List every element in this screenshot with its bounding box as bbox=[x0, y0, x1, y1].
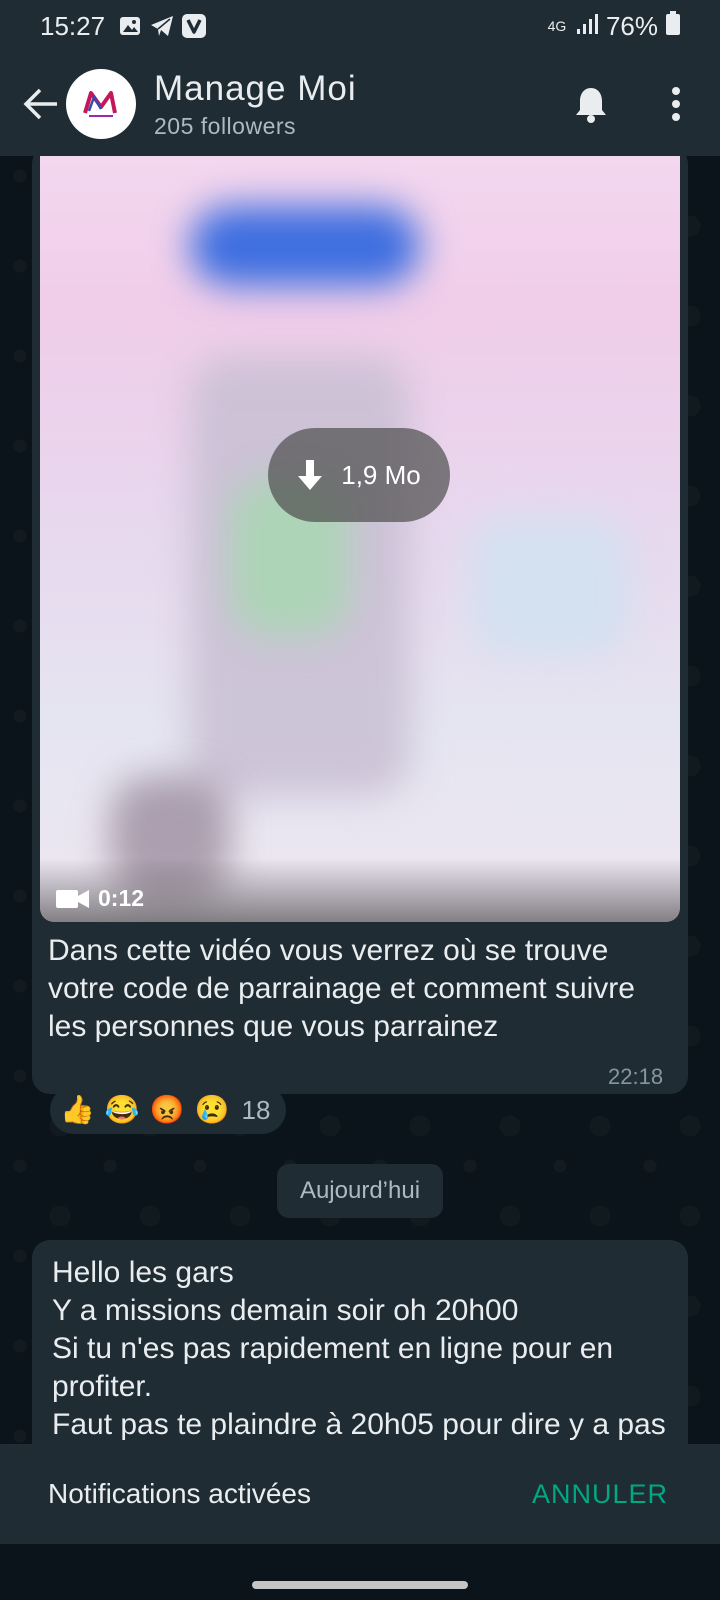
message-line: Hello les gars bbox=[52, 1256, 234, 1289]
notification-status: Notifications activées bbox=[48, 1478, 312, 1509]
reaction-count: 18 bbox=[241, 1094, 271, 1125]
message-caption: Dans cette vidéo vous verrez où se trouv… bbox=[48, 934, 635, 1043]
network-type: 4G bbox=[547, 18, 567, 34]
status-bar: 15:27 4G 76% bbox=[0, 0, 720, 52]
bell-icon bbox=[576, 88, 606, 123]
battery-icon bbox=[666, 10, 680, 42]
video-duration-badge: 0:12 bbox=[56, 885, 144, 912]
video-camera-icon bbox=[56, 889, 89, 908]
video-thumbnail[interactable]: 1,9 Mo 0:12 bbox=[40, 156, 680, 922]
telegram-icon bbox=[149, 13, 175, 39]
signal-icon bbox=[576, 11, 598, 42]
message-time: 22:18 bbox=[608, 1064, 664, 1089]
chat-header: Manage Moi 205 followers bbox=[0, 52, 720, 156]
more-options-button[interactable] bbox=[650, 78, 702, 130]
battery-percent: 76% bbox=[605, 10, 658, 41]
message-line: Si tu n'es pas rapidement en ligne pour … bbox=[52, 1332, 614, 1403]
message-text: Hello les gars Y a missions demain soir … bbox=[52, 1254, 672, 1444]
reaction-laughing[interactable]: 😂 bbox=[105, 1096, 140, 1124]
download-size: 1,9 Mo bbox=[341, 459, 421, 490]
channel-info[interactable]: Manage Moi 205 followers bbox=[154, 69, 357, 140]
channel-title: Manage Moi bbox=[154, 68, 357, 108]
gallery-icon bbox=[117, 13, 143, 39]
reactions-bar[interactable]: 👍 😂 😡 😢 18 bbox=[50, 1086, 286, 1134]
status-time: 15:27 bbox=[40, 10, 106, 41]
notifications-button[interactable] bbox=[565, 78, 617, 130]
reaction-crying[interactable]: 😢 bbox=[195, 1096, 230, 1124]
download-button[interactable]: 1,9 Mo bbox=[268, 428, 450, 522]
reaction-angry[interactable]: 😡 bbox=[150, 1096, 185, 1124]
blur-shape bbox=[470, 516, 630, 656]
v-app-icon bbox=[181, 13, 207, 39]
manage-moi-logo-icon bbox=[83, 91, 117, 117]
reaction-thumbs-up[interactable]: 👍 bbox=[60, 1096, 95, 1124]
message-line: Faut pas te plaindre à 20h05 pour dire y… bbox=[52, 1408, 666, 1441]
video-duration: 0:12 bbox=[98, 885, 145, 911]
followers-count: 205 followers bbox=[154, 112, 297, 139]
notification-bar: Notifications activées ANNULER bbox=[0, 1444, 720, 1544]
message-line: Y a missions demain soir oh 20h00 bbox=[52, 1294, 519, 1327]
system-nav-bar bbox=[0, 1544, 720, 1600]
home-indicator[interactable] bbox=[252, 1581, 468, 1589]
download-icon bbox=[298, 460, 323, 490]
blur-shape bbox=[190, 206, 420, 286]
chat-area[interactable]: 1,9 Mo 0:12 Dans cette vidéo vous verrez… bbox=[0, 156, 720, 1444]
channel-avatar[interactable] bbox=[66, 69, 136, 139]
date-separator: Aujourd’hui bbox=[277, 1164, 443, 1218]
cancel-button[interactable]: ANNULER bbox=[532, 1479, 668, 1510]
arrow-left-icon bbox=[23, 88, 57, 120]
back-button[interactable] bbox=[10, 73, 72, 135]
more-vertical-icon bbox=[672, 87, 680, 121]
